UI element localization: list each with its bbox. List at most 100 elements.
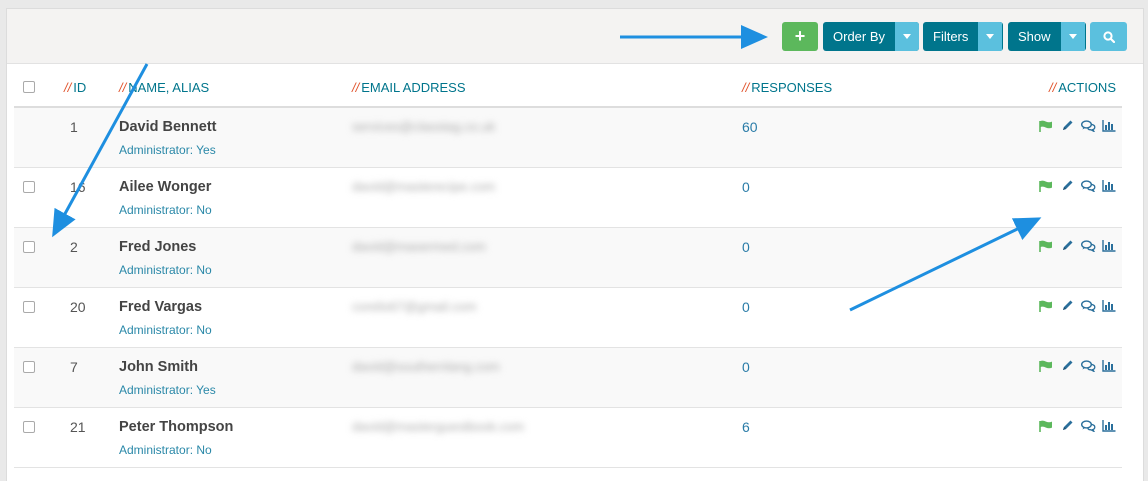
user-email: corelis67@gmail.com bbox=[352, 299, 477, 314]
flag-icon[interactable] bbox=[1039, 119, 1053, 133]
user-id: 2 bbox=[70, 239, 78, 255]
responses-cell: 6 bbox=[742, 407, 942, 468]
show-label: Show bbox=[1018, 29, 1051, 44]
name-cell: Fred Vargas Administrator: No bbox=[119, 287, 352, 348]
user-email: david@masterguestbook.com bbox=[352, 419, 525, 434]
id-cell: 20 bbox=[64, 287, 119, 348]
select-all-checkbox[interactable] bbox=[23, 80, 35, 93]
flag-icon[interactable] bbox=[1039, 419, 1053, 433]
id-cell: 1 bbox=[64, 107, 119, 168]
table-row[interactable]: 21 Peter Thompson Administrator: No david@m… bbox=[14, 407, 1122, 468]
bar-chart-icon[interactable] bbox=[1102, 419, 1116, 433]
table-row[interactable]: 2 Fred Jones Administrator: No david@maserm… bbox=[14, 227, 1122, 288]
email-cell: services@classtag.co.uk bbox=[352, 107, 742, 168]
pencil-icon[interactable] bbox=[1060, 359, 1074, 373]
admin-status: Administrator: No bbox=[119, 443, 212, 457]
users-table: //ID //NAME, ALIAS //EMAIL ADDRESS //RES… bbox=[14, 68, 1122, 468]
flag-icon[interactable] bbox=[1039, 359, 1053, 373]
user-name[interactable]: Fred Jones bbox=[119, 228, 352, 255]
header-name[interactable]: //NAME, ALIAS bbox=[119, 68, 352, 108]
user-name[interactable]: Peter Thompson bbox=[119, 408, 352, 435]
responses-count[interactable]: 60 bbox=[742, 108, 942, 135]
row-checkbox[interactable] bbox=[23, 361, 35, 373]
row-checkbox[interactable] bbox=[23, 241, 35, 253]
user-name[interactable]: Fred Vargas bbox=[119, 288, 352, 315]
responses-count[interactable]: 0 bbox=[742, 348, 942, 375]
user-email: david@masterecipe.com bbox=[352, 179, 496, 194]
header-id[interactable]: //ID bbox=[64, 68, 119, 108]
responses-cell: 0 bbox=[742, 167, 942, 228]
pencil-icon[interactable] bbox=[1060, 299, 1074, 313]
flag-icon[interactable] bbox=[1039, 239, 1053, 253]
row-checkbox[interactable] bbox=[23, 301, 35, 313]
pencil-icon[interactable] bbox=[1060, 419, 1074, 433]
header-email[interactable]: //EMAIL ADDRESS bbox=[352, 68, 742, 108]
responses-count[interactable]: 0 bbox=[742, 168, 942, 195]
row-select-cell bbox=[14, 347, 64, 408]
admin-status: Administrator: Yes bbox=[119, 143, 216, 157]
name-cell: David Bennett Administrator: Yes bbox=[119, 107, 352, 168]
comments-icon[interactable] bbox=[1080, 419, 1096, 433]
actions-cell bbox=[942, 347, 1122, 408]
email-cell: david@masermed.com bbox=[352, 227, 742, 288]
table-row[interactable]: 1 David Bennett Administrator: Yes services… bbox=[14, 107, 1122, 168]
caret-down-icon[interactable] bbox=[1060, 22, 1085, 51]
order-by-label: Order By bbox=[833, 29, 886, 44]
user-id: 20 bbox=[70, 299, 86, 315]
row-select-cell bbox=[14, 227, 64, 288]
flag-icon[interactable] bbox=[1039, 299, 1053, 313]
caret-down-icon[interactable] bbox=[978, 22, 1003, 51]
responses-count[interactable]: 6 bbox=[742, 408, 942, 435]
user-id: 7 bbox=[70, 359, 78, 375]
email-cell: corelis67@gmail.com bbox=[352, 287, 742, 348]
responses-cell: 0 bbox=[742, 287, 942, 348]
name-cell: Ailee Wonger Administrator: No bbox=[119, 167, 352, 228]
show-button[interactable]: Show bbox=[1008, 22, 1086, 51]
name-cell: Peter Thompson Administrator: No bbox=[119, 407, 352, 468]
comments-icon[interactable] bbox=[1080, 299, 1096, 313]
admin-status: Administrator: No bbox=[119, 203, 212, 217]
pencil-icon[interactable] bbox=[1060, 179, 1074, 193]
caret-down-icon[interactable] bbox=[895, 22, 919, 51]
table-row[interactable]: 7 John Smith Administrator: Yes david@south… bbox=[14, 347, 1122, 408]
responses-count[interactable]: 0 bbox=[742, 288, 942, 315]
table-row[interactable]: 20 Fred Vargas Administrator: No corelis67@… bbox=[14, 287, 1122, 348]
add-user-button[interactable]: + bbox=[782, 22, 818, 51]
bar-chart-icon[interactable] bbox=[1102, 119, 1116, 133]
bar-chart-icon[interactable] bbox=[1102, 359, 1116, 373]
admin-status: Administrator: No bbox=[119, 323, 212, 337]
comments-icon[interactable] bbox=[1080, 359, 1096, 373]
user-id: 21 bbox=[70, 419, 86, 435]
row-checkbox[interactable] bbox=[23, 421, 35, 433]
id-cell: 21 bbox=[64, 407, 119, 468]
actions-cell bbox=[942, 287, 1122, 348]
comments-icon[interactable] bbox=[1080, 239, 1096, 253]
flag-icon[interactable] bbox=[1039, 179, 1053, 193]
user-name[interactable]: Ailee Wonger bbox=[119, 168, 352, 195]
actions-cell bbox=[942, 107, 1122, 168]
row-checkbox[interactable] bbox=[23, 181, 35, 193]
user-email: david@southernlang.com bbox=[352, 359, 500, 374]
user-name[interactable]: David Bennett bbox=[119, 108, 352, 135]
user-name[interactable]: John Smith bbox=[119, 348, 352, 375]
search-button[interactable] bbox=[1090, 22, 1127, 51]
order-by-button[interactable]: Order By bbox=[823, 22, 919, 51]
bar-chart-icon[interactable] bbox=[1102, 299, 1116, 313]
responses-count[interactable]: 0 bbox=[742, 228, 942, 255]
comments-icon[interactable] bbox=[1080, 179, 1096, 193]
header-responses[interactable]: //RESPONSES bbox=[742, 68, 942, 108]
pencil-icon[interactable] bbox=[1060, 119, 1074, 133]
responses-cell: 0 bbox=[742, 227, 942, 288]
toolbar: + Order By Filters Show bbox=[7, 9, 1143, 64]
user-email: david@masermed.com bbox=[352, 239, 486, 254]
bar-chart-icon[interactable] bbox=[1102, 239, 1116, 253]
comments-icon[interactable] bbox=[1080, 119, 1096, 133]
user-email: services@classtag.co.uk bbox=[352, 119, 496, 134]
table-row[interactable]: 16 Ailee Wonger Administrator: No david@mas… bbox=[14, 167, 1122, 228]
filters-button[interactable]: Filters bbox=[923, 22, 1003, 51]
id-cell: 16 bbox=[64, 167, 119, 228]
pencil-icon[interactable] bbox=[1060, 239, 1074, 253]
row-select-cell bbox=[14, 107, 64, 168]
plus-icon: + bbox=[794, 26, 806, 46]
bar-chart-icon[interactable] bbox=[1102, 179, 1116, 193]
